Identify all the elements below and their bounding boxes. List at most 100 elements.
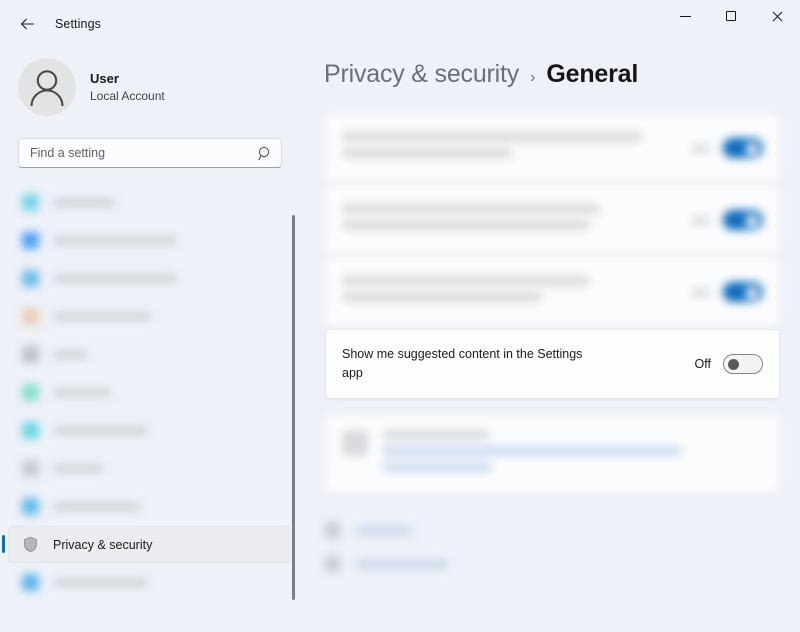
sidebar-item-blurred-2[interactable] <box>8 260 290 297</box>
sidebar-item-label <box>53 274 177 283</box>
minimize-icon <box>679 15 691 17</box>
search-input[interactable] <box>19 139 281 167</box>
setting-title: Show me suggested content in the Setting… <box>342 347 583 380</box>
setting-row <box>326 114 779 182</box>
promo-link[interactable] <box>382 446 682 456</box>
setting-toggle[interactable] <box>723 282 763 302</box>
setting-row-control <box>691 282 763 302</box>
breadcrumb: Privacy & security › General <box>300 48 800 89</box>
toggle-knob <box>746 143 758 155</box>
setting-row-text <box>342 204 691 236</box>
main-panel: Privacy & security › General Show me sug… <box>300 48 800 632</box>
setting-title <box>342 204 600 214</box>
time-language-icon <box>22 422 39 439</box>
setting-toggle[interactable] <box>723 210 763 230</box>
profile-name: User <box>90 70 119 86</box>
setting-title <box>342 148 512 158</box>
sidebar-item-privacy-security[interactable]: Privacy & security <box>2 526 290 563</box>
sidebar-item-label: Privacy & security <box>53 537 153 552</box>
footer-links <box>300 495 800 581</box>
sidebar-item-blurred-8[interactable] <box>8 488 290 525</box>
setting-card-blurred <box>325 185 780 255</box>
profile-subtitle: Local Account <box>90 88 165 103</box>
sidebar-item-blurred-0[interactable] <box>8 184 290 221</box>
sidebar-item-label <box>53 350 87 359</box>
sidebar-item-blurred-4[interactable] <box>8 336 290 373</box>
close-icon <box>772 11 783 22</box>
sidebar-nav: Privacy & security <box>0 184 300 601</box>
setting-row-text <box>342 132 691 164</box>
personalization-icon <box>22 308 39 325</box>
toggle-state-label <box>691 215 711 225</box>
toggle-state-label: Off <box>694 357 711 371</box>
sidebar-item-blurred-5[interactable] <box>8 374 290 411</box>
system-icon <box>22 194 39 211</box>
shield-icon <box>22 536 39 553</box>
toggle-knob <box>746 287 758 299</box>
toggle-knob <box>728 359 739 370</box>
help-icon <box>325 522 340 538</box>
user-profile[interactable]: User Local Account <box>0 48 300 116</box>
promo-card[interactable] <box>325 415 780 493</box>
setting-title <box>342 132 642 142</box>
sidebar-item-label <box>53 578 149 587</box>
sidebar-item-label <box>53 388 111 397</box>
settings-window: Settings User Local Account Find a setti… <box>0 0 800 632</box>
close-button[interactable] <box>754 0 800 32</box>
sidebar-item-blurred-6[interactable] <box>8 412 290 449</box>
setting-toggle[interactable] <box>723 138 763 158</box>
setting-row <box>326 258 779 326</box>
promo-link[interactable] <box>382 462 492 472</box>
promo-heading <box>382 430 490 440</box>
sidebar: User Local Account Privacy & security <box>0 48 300 632</box>
info-badge-icon <box>342 430 368 456</box>
minimize-button[interactable] <box>662 0 708 32</box>
search-icon <box>258 146 270 161</box>
network-internet-icon <box>22 270 39 287</box>
sidebar-item-blurred-10[interactable] <box>8 564 290 601</box>
back-button[interactable] <box>10 9 44 39</box>
toggle-state-label <box>691 287 711 297</box>
sidebar-item-blurred-3[interactable] <box>8 298 290 335</box>
title-bar: Settings <box>0 0 800 48</box>
search-box[interactable] <box>18 138 282 168</box>
breadcrumb-separator-icon: › <box>530 69 536 86</box>
sidebar-item-label <box>53 198 115 207</box>
setting-row-control <box>691 210 763 230</box>
setting-row-control <box>691 138 763 158</box>
back-arrow-icon <box>20 18 34 30</box>
sidebar-item-label <box>53 426 149 435</box>
footer-link-0[interactable] <box>325 513 800 547</box>
person-avatar-icon <box>30 70 64 107</box>
setting-title <box>342 292 542 302</box>
sidebar-item-label <box>53 236 177 245</box>
maximize-icon <box>726 11 736 21</box>
sidebar-item-label <box>53 464 103 473</box>
sidebar-item-blurred-1[interactable] <box>8 222 290 259</box>
setting-row-text: Show me suggested content in the Setting… <box>342 345 695 383</box>
sidebar-scrollbar[interactable] <box>292 215 295 600</box>
accessibility-icon <box>22 498 39 515</box>
toggle-knob <box>746 215 758 227</box>
setting-toggle[interactable] <box>723 354 763 374</box>
window-controls <box>662 0 800 48</box>
setting-row-control: Off <box>695 354 763 374</box>
search-container <box>0 116 300 168</box>
promo-text <box>382 430 763 478</box>
setting-card-suggested-content: Show me suggested content in the Setting… <box>325 329 780 399</box>
feedback-icon <box>325 556 340 572</box>
setting-card-blurred <box>325 257 780 327</box>
bluetooth-devices-icon <box>22 232 39 249</box>
apps-icon <box>22 346 39 363</box>
promo-content <box>326 416 779 492</box>
page-title: General <box>546 60 639 88</box>
setting-row <box>326 186 779 254</box>
avatar <box>18 58 76 116</box>
breadcrumb-parent[interactable]: Privacy & security <box>324 60 519 89</box>
setting-row: Show me suggested content in the Setting… <box>326 330 779 398</box>
setting-row-text <box>342 276 691 308</box>
footer-link-1[interactable] <box>325 547 800 581</box>
sidebar-item-blurred-7[interactable] <box>8 450 290 487</box>
settings-list: Show me suggested content in the Setting… <box>300 89 800 493</box>
maximize-button[interactable] <box>708 0 754 32</box>
